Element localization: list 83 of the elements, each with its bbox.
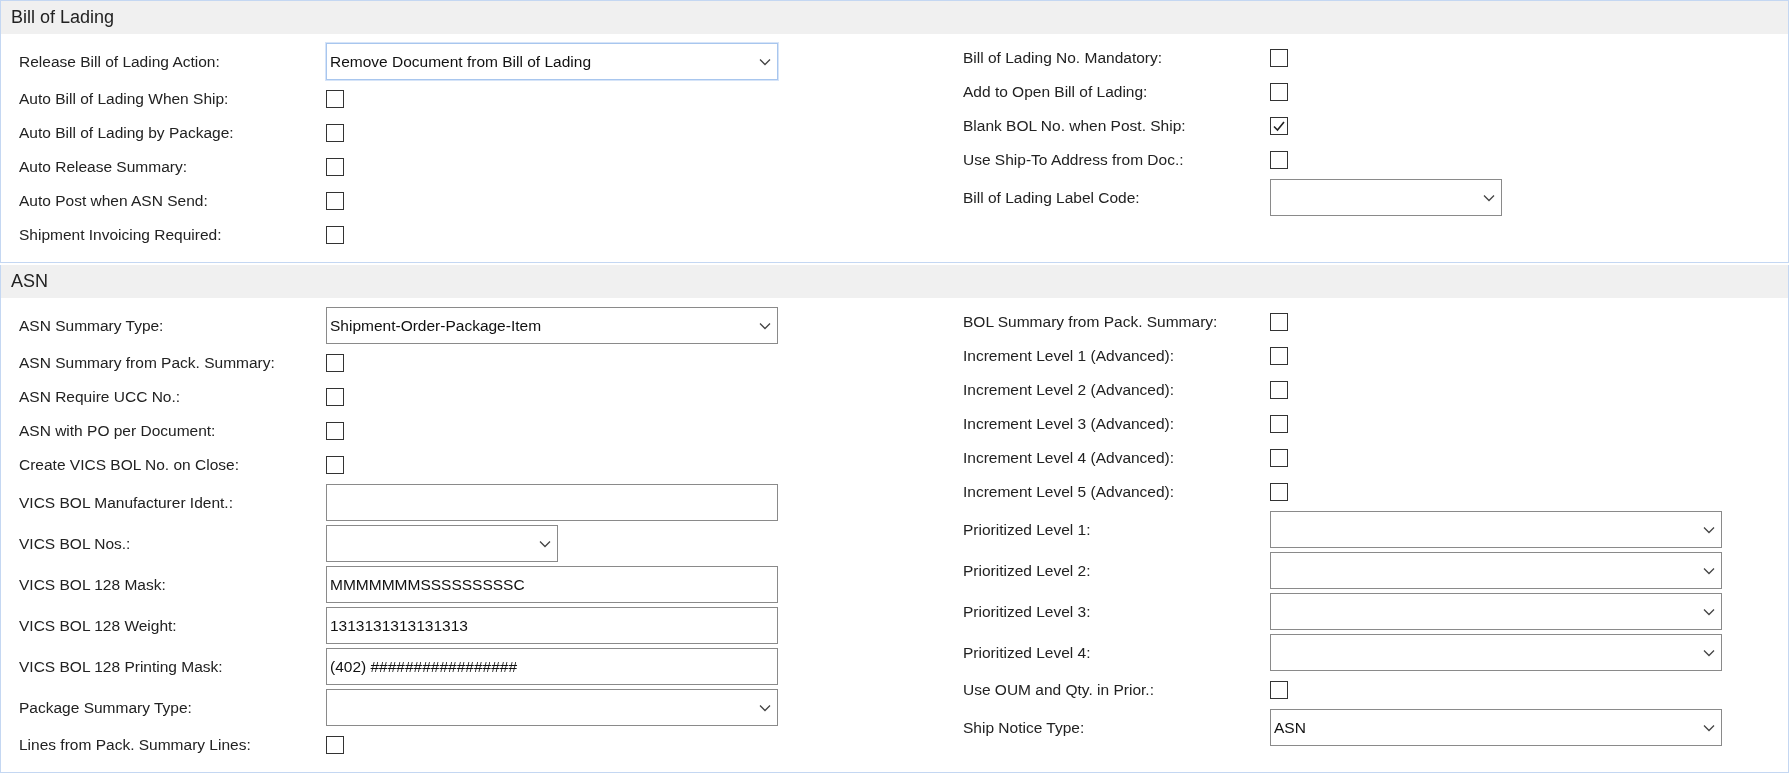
field-label: Increment Level 4 (Advanced):	[963, 449, 1176, 467]
field-label: VICS BOL Nos.:	[19, 534, 132, 553]
dropdown-field[interactable]	[1270, 511, 1722, 548]
field-label: Use OUM and Qty. in Prior.:	[963, 681, 1155, 699]
field-label: Bill of Lading No. Mandatory:	[963, 49, 1164, 67]
checkbox[interactable]	[326, 354, 344, 372]
dropdown-field[interactable]	[1270, 634, 1722, 671]
field-label: BOL Summary from Pack. Summary:	[963, 313, 1219, 331]
checkbox[interactable]	[326, 90, 344, 108]
chevron-down-icon	[1703, 525, 1715, 534]
checkbox[interactable]	[1270, 681, 1288, 699]
field-label: Prioritized Level 1:	[963, 520, 1092, 539]
field-label: Add to Open Bill of Lading:	[963, 83, 1149, 101]
field-label: Bill of Lading Label Code:	[963, 188, 1141, 207]
dropdown-field[interactable]	[1270, 552, 1722, 589]
field-label: Prioritized Level 3:	[963, 602, 1092, 621]
field-label: Auto Bill of Lading When Ship:	[19, 90, 230, 108]
chevron-down-icon	[1703, 607, 1715, 616]
checkbox[interactable]	[326, 226, 344, 244]
dropdown-field[interactable]: ASN	[1270, 709, 1722, 746]
field-label: Increment Level 3 (Advanced):	[963, 415, 1176, 433]
checkbox[interactable]	[326, 124, 344, 142]
input-field[interactable]: 1313131313131313	[326, 607, 778, 644]
chevron-down-icon	[759, 321, 771, 330]
input-field[interactable]	[326, 484, 778, 521]
checkbox[interactable]	[1270, 313, 1288, 331]
checkbox[interactable]	[326, 158, 344, 176]
field-label: VICS BOL 128 Printing Mask:	[19, 657, 224, 676]
checkbox[interactable]	[326, 422, 344, 440]
checkmark-icon	[1272, 119, 1286, 133]
dropdown-field[interactable]	[326, 689, 778, 726]
field-label: Prioritized Level 2:	[963, 561, 1092, 580]
chevron-down-icon	[1703, 648, 1715, 657]
checkbox[interactable]	[326, 736, 344, 754]
chevron-down-icon	[1703, 723, 1715, 732]
dropdown-field[interactable]	[1270, 593, 1722, 630]
field-label: Use Ship-To Address from Doc.:	[963, 151, 1185, 169]
chevron-down-icon	[1483, 193, 1495, 202]
checkbox[interactable]	[326, 192, 344, 210]
field-label: Auto Bill of Lading by Package:	[19, 124, 235, 142]
checkbox[interactable]	[1270, 49, 1288, 67]
checkbox[interactable]	[1270, 483, 1288, 501]
checkbox[interactable]	[1270, 381, 1288, 399]
field-label: VICS BOL 128 Mask:	[19, 575, 167, 594]
field-label: Increment Level 5 (Advanced):	[963, 483, 1176, 501]
field-label: ASN Require UCC No.:	[19, 388, 182, 406]
checkbox[interactable]	[326, 456, 344, 474]
field-label: Prioritized Level 4:	[963, 643, 1092, 662]
field-label: Auto Release Summary:	[19, 158, 188, 176]
chevron-down-icon	[759, 57, 771, 66]
chevron-down-icon	[759, 703, 771, 712]
chevron-down-icon	[1703, 566, 1715, 575]
field-label: Shipment Invoicing Required:	[19, 226, 223, 244]
checkbox[interactable]	[326, 388, 344, 406]
field-label: Blank BOL No. when Post. Ship:	[963, 117, 1187, 135]
input-field[interactable]: (402) #################	[326, 648, 778, 685]
input-field[interactable]: MMMMMMMSSSSSSSSSC	[326, 566, 778, 603]
checkbox[interactable]	[1270, 449, 1288, 467]
field-label: Package Summary Type:	[19, 698, 193, 717]
field-label: Increment Level 1 (Advanced):	[963, 347, 1176, 365]
field-label: VICS BOL Manufacturer Ident.:	[19, 493, 234, 512]
dropdown-field[interactable]: Remove Document from Bill of Lading	[326, 43, 778, 80]
field-label: Increment Level 2 (Advanced):	[963, 381, 1176, 399]
field-label: Create VICS BOL No. on Close:	[19, 456, 240, 474]
field-label: ASN Summary from Pack. Summary:	[19, 354, 276, 372]
checkbox[interactable]	[1270, 347, 1288, 365]
dropdown-field[interactable]	[1270, 179, 1502, 216]
chevron-down-icon	[539, 539, 551, 548]
section-header[interactable]: Bill of Lading	[1, 1, 1788, 34]
dropdown-field[interactable]: Shipment-Order-Package-Item	[326, 307, 778, 344]
field-label: VICS BOL 128 Weight:	[19, 616, 178, 635]
field-label: Auto Post when ASN Send:	[19, 192, 209, 210]
field-label: Release Bill of Lading Action:	[19, 52, 221, 71]
field-label: Ship Notice Type:	[963, 718, 1086, 737]
checkbox[interactable]	[1270, 117, 1288, 135]
field-label: Lines from Pack. Summary Lines:	[19, 736, 252, 754]
checkbox[interactable]	[1270, 415, 1288, 433]
checkbox[interactable]	[1270, 83, 1288, 101]
field-label: ASN with PO per Document:	[19, 422, 217, 440]
checkbox[interactable]	[1270, 151, 1288, 169]
dropdown-field[interactable]	[326, 525, 558, 562]
field-label: ASN Summary Type:	[19, 316, 165, 335]
section-header[interactable]: ASN	[1, 265, 1788, 298]
